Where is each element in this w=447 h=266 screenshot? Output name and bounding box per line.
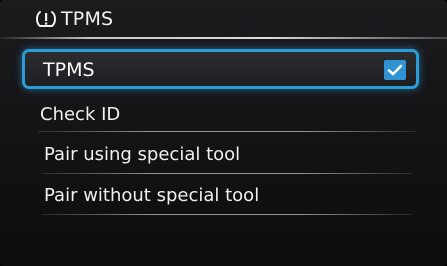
checkmark-icon — [387, 64, 403, 76]
tpms-toggle-label: TPMS — [43, 59, 95, 81]
header: TPMS — [0, 0, 447, 39]
tpms-settings-screen: TPMS TPMS Check ID Pair using special to… — [0, 0, 447, 266]
divider — [42, 214, 412, 215]
list-item-label: Pair using special tool — [44, 144, 241, 165]
tpms-warning-icon — [34, 9, 58, 29]
tpms-checkbox[interactable] — [384, 60, 406, 80]
check-id-section-label: Check ID — [40, 104, 121, 125]
header-divider — [0, 37, 447, 39]
tpms-toggle-row[interactable]: TPMS — [22, 49, 419, 89]
divider — [38, 131, 416, 132]
list-item-pair-using-special-tool[interactable]: Pair using special tool — [42, 139, 412, 173]
list-item-label: Pair without special tool — [44, 185, 260, 206]
page-title: TPMS — [61, 8, 114, 30]
list-item-pair-without-special-tool[interactable]: Pair without special tool — [42, 180, 412, 214]
divider — [42, 173, 412, 174]
